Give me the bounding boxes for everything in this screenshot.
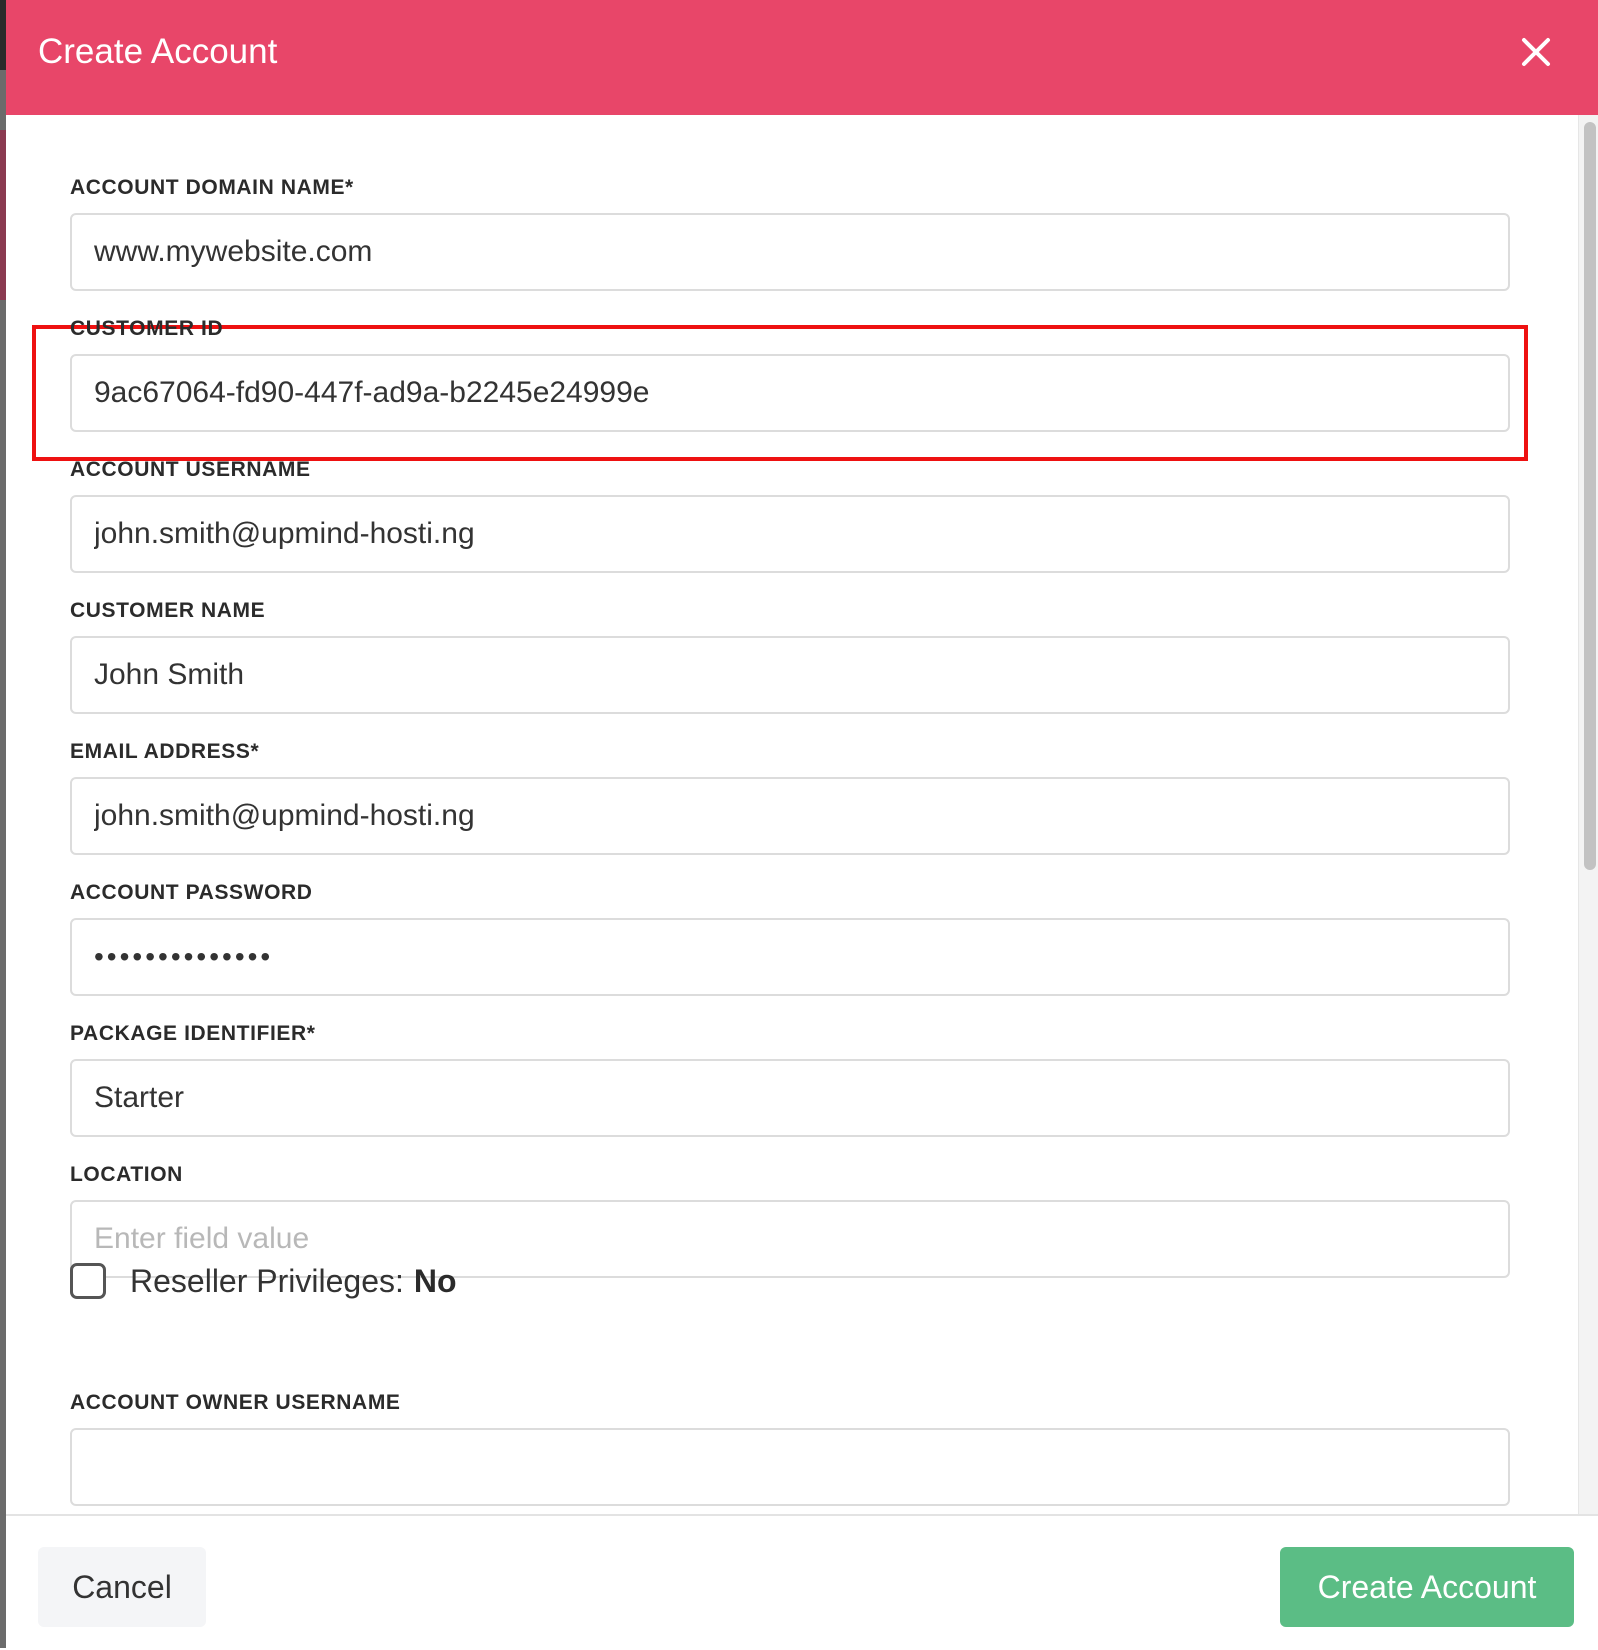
customer-name-label: CUSTOMER NAME: [70, 599, 266, 622]
account-password-label: ACCOUNT PASSWORD: [70, 881, 313, 904]
account-password-input[interactable]: [70, 918, 1510, 996]
create-account-button[interactable]: Create Account: [1280, 1547, 1574, 1627]
domain-name-label: ACCOUNT DOMAIN NAME*: [70, 176, 354, 199]
modal-body[interactable]: ACCOUNT DOMAIN NAME* CUSTOMER ID ACCOUNT…: [6, 115, 1598, 1515]
modal-scrollbar-thumb[interactable]: [1584, 122, 1596, 870]
close-icon: [1522, 38, 1550, 66]
domain-name-input[interactable]: [70, 213, 1510, 291]
email-address-label: EMAIL ADDRESS*: [70, 740, 260, 763]
package-identifier-input[interactable]: [70, 1059, 1510, 1137]
package-identifier-label: PACKAGE IDENTIFIER*: [70, 1022, 316, 1045]
reseller-privileges-row[interactable]: Reseller Privileges: No: [70, 1260, 457, 1302]
reseller-privileges-value: No: [413, 1262, 457, 1299]
cancel-button[interactable]: Cancel: [38, 1547, 206, 1627]
create-account-modal: Create Account ACCOUNT DOMAIN NAME* CUST…: [6, 0, 1598, 1650]
customer-name-input[interactable]: [70, 636, 1510, 714]
location-label: LOCATION: [70, 1163, 183, 1186]
close-button[interactable]: [1514, 30, 1558, 74]
customer-id-label: CUSTOMER ID: [70, 317, 224, 340]
modal-header: Create Account: [6, 0, 1598, 115]
account-username-input[interactable]: [70, 495, 1510, 573]
email-address-input[interactable]: [70, 777, 1510, 855]
customer-id-input[interactable]: [70, 354, 1510, 432]
reseller-privileges-label: Reseller Privileges:: [130, 1262, 404, 1299]
account-owner-username-input[interactable]: [70, 1428, 1510, 1506]
modal-footer: Cancel Create Account: [6, 1514, 1598, 1650]
reseller-privileges-checkbox[interactable]: [70, 1263, 106, 1299]
account-username-label: ACCOUNT USERNAME: [70, 458, 311, 481]
account-owner-username-label: ACCOUNT OWNER USERNAME: [70, 1391, 401, 1414]
modal-title: Create Account: [38, 32, 278, 71]
